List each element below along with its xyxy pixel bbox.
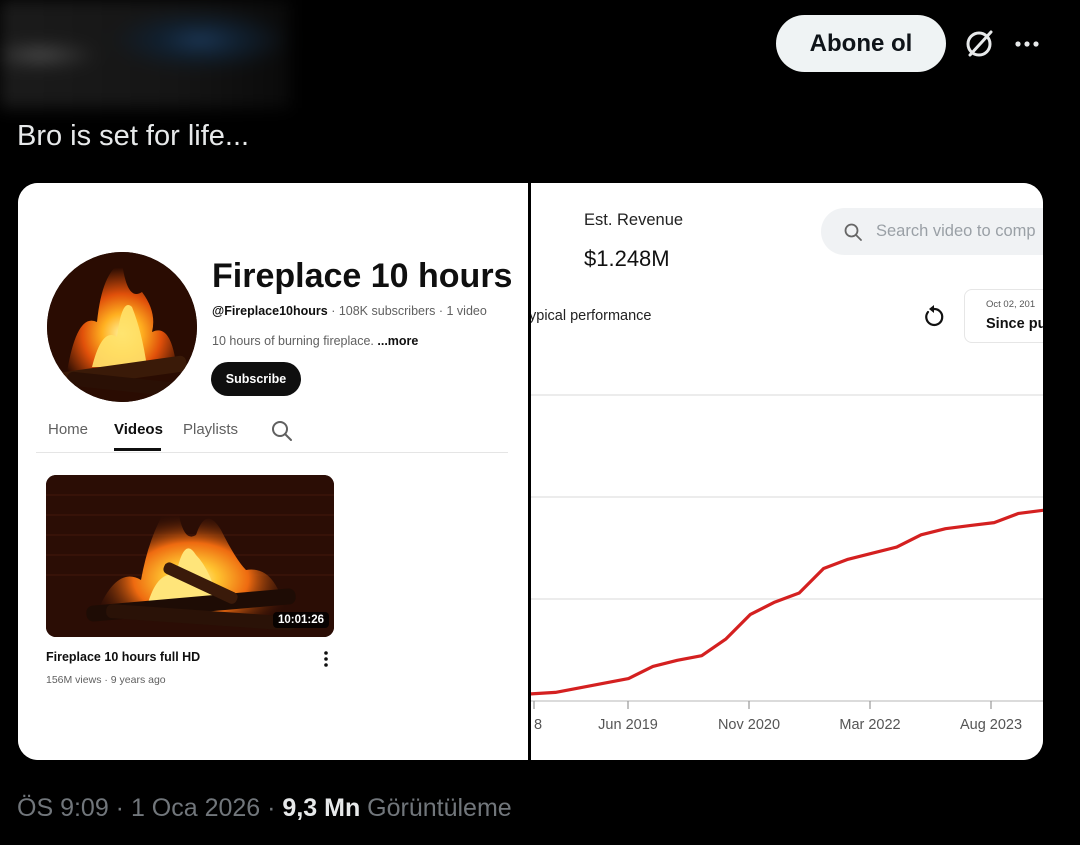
kebab-menu-icon xyxy=(324,651,328,667)
author-avatar-blurred[interactable] xyxy=(0,0,290,108)
youtube-channel-screenshot: Fireplace 10 hours @Fireplace10hours · 1… xyxy=(18,183,529,760)
tab-videos: Videos xyxy=(114,421,163,438)
video-title: Fireplace 10 hours full HD xyxy=(46,650,201,664)
x-tick-label: Jun 2019 xyxy=(598,717,658,733)
x-tick-label: Nov 2020 xyxy=(718,717,780,733)
tab-active-indicator xyxy=(114,448,161,451)
tab-home: Home xyxy=(48,421,89,438)
tweet-media[interactable]: Fireplace 10 hours @Fireplace10hours · 1… xyxy=(18,183,1043,760)
revenue-line-chart: 8 Jun 2019 Nov 2020 Mar 2022 Aug 2023 xyxy=(531,394,1043,733)
channel-avatar xyxy=(47,252,197,402)
x-tick-label: 8 xyxy=(534,717,542,733)
channel-description: 10 hours of burning fireplace. ...more xyxy=(212,334,418,348)
tweet-footer: ÖS 9:09 · 1 Oca 2026 · 9,3 Mn Görüntülem… xyxy=(17,794,512,823)
revenue-series-line xyxy=(531,508,1043,696)
follow-button[interactable]: Abone ol xyxy=(776,15,946,72)
more-icon[interactable] xyxy=(1012,27,1046,61)
subscribe-button: Subscribe xyxy=(211,362,301,396)
channel-title: Fireplace 10 hours xyxy=(212,257,513,295)
tab-playlists: Playlists xyxy=(183,421,239,438)
channel-stats: · 108K subscribers · 1 video xyxy=(327,304,487,318)
tweet-text: Bro is set for life... xyxy=(17,120,250,152)
views-label: Görüntüleme xyxy=(360,794,512,822)
tabs-divider xyxy=(36,452,508,453)
channel-meta: @Fireplace10hours · 108K subscribers · 1… xyxy=(212,304,487,318)
video-meta: 156M views · 9 years ago xyxy=(46,674,166,686)
grok-icon[interactable] xyxy=(962,27,996,61)
x-tick-label: Aug 2023 xyxy=(960,717,1022,733)
chart-gridlines xyxy=(531,394,1043,702)
revenue-analytics-screenshot: Est. Revenue $1.248M Search video to com… xyxy=(531,183,1043,760)
timestamp[interactable]: ÖS 9:09 · 1 Oca 2026 · xyxy=(17,794,282,822)
x-axis-ticks: 8 Jun 2019 Nov 2020 Mar 2022 Aug 2023 xyxy=(533,701,1022,733)
x-tick-label: Mar 2022 xyxy=(839,717,900,733)
channel-handle: @Fireplace10hours xyxy=(212,304,328,318)
channel-description-text: 10 hours of burning fireplace. xyxy=(212,334,378,348)
search-icon xyxy=(272,421,292,441)
video-duration: 10:01:26 xyxy=(273,612,330,628)
more-link: ...more xyxy=(377,334,419,348)
views-count: 9,3 Mn xyxy=(282,794,361,822)
